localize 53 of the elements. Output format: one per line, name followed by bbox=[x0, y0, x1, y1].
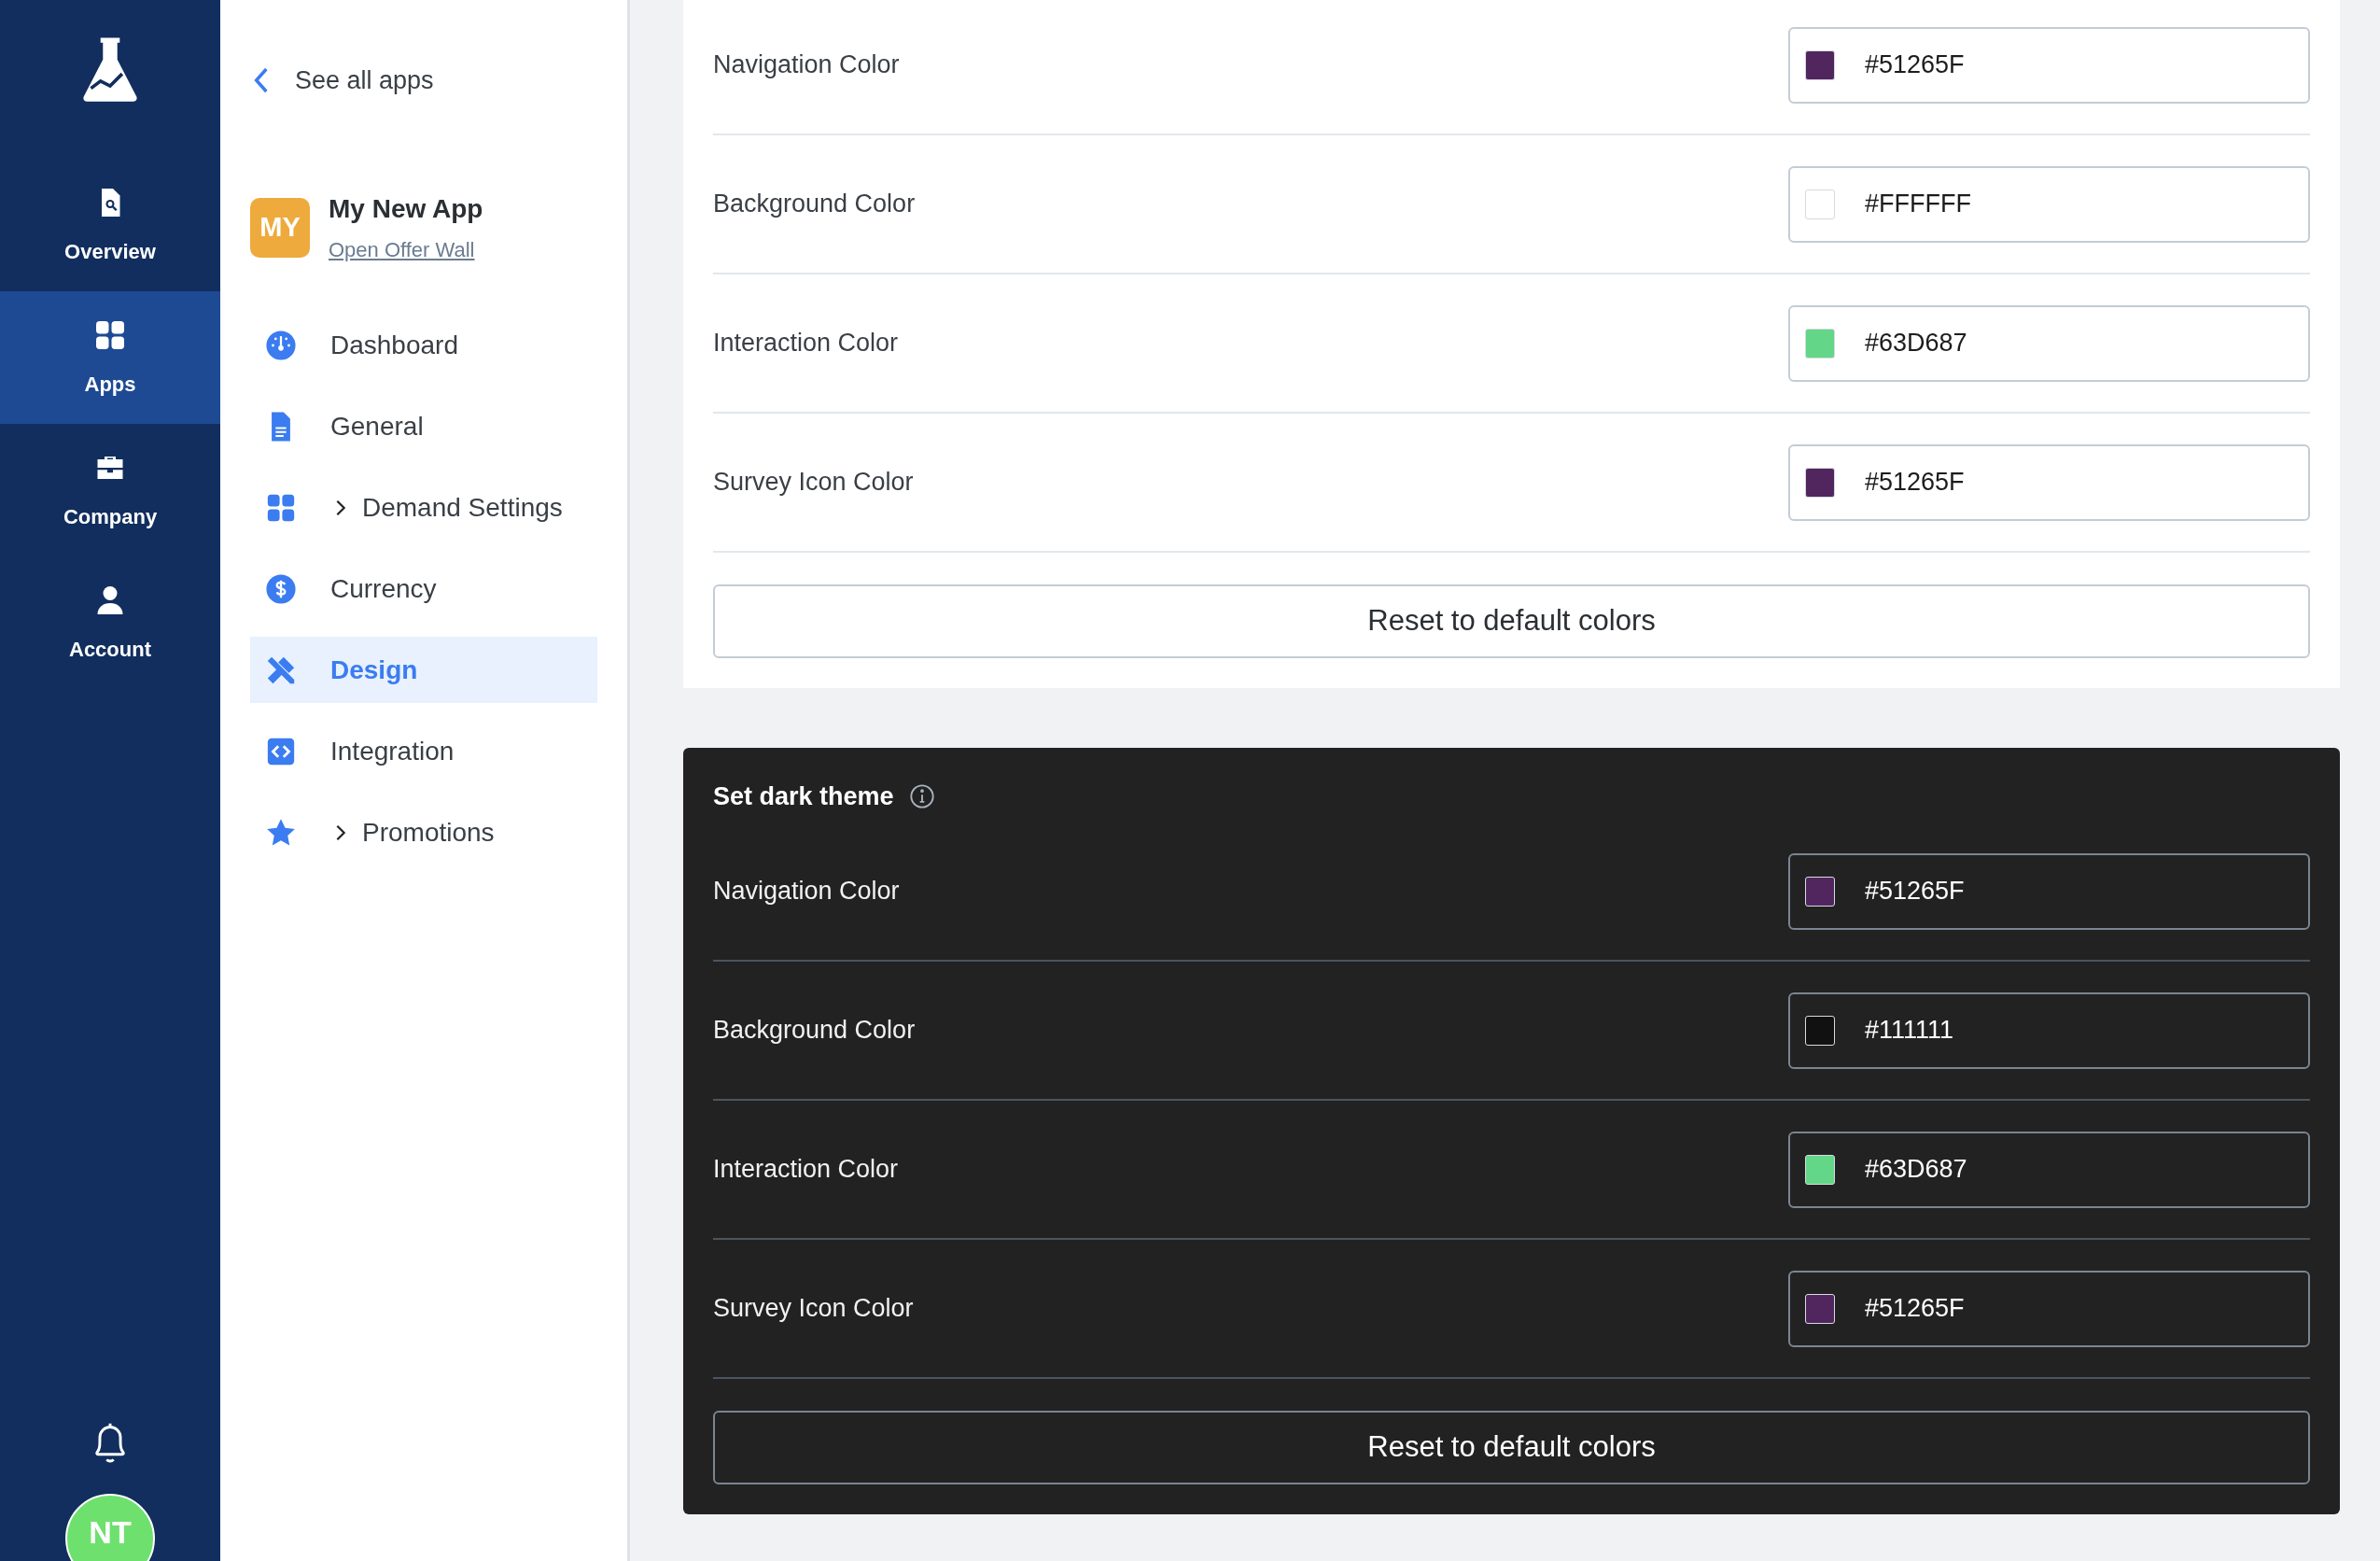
color-input-field[interactable]: #63D687 bbox=[1788, 1131, 2310, 1208]
sidebar-item[interactable]: Currency bbox=[250, 555, 597, 622]
color-input-field[interactable]: #51265F bbox=[1788, 1270, 2310, 1347]
offer-wall-link[interactable]: Open Offer Wall bbox=[329, 234, 483, 265]
back-link[interactable]: See all apps bbox=[250, 60, 597, 101]
color-input-field[interactable]: #FFFFFF bbox=[1788, 165, 2310, 243]
hex-value: #111111 bbox=[1865, 1015, 1954, 1047]
color-label: Survey Icon Color bbox=[713, 467, 914, 499]
color-input-field[interactable]: #51265F bbox=[1788, 852, 2310, 930]
gauge-icon bbox=[265, 329, 297, 361]
color-label: Survey Icon Color bbox=[713, 1293, 914, 1325]
color-label: Background Color bbox=[713, 189, 916, 220]
hex-value: #51265F bbox=[1865, 1293, 1965, 1325]
color-swatch[interactable] bbox=[1805, 876, 1835, 907]
sidebar-item[interactable]: Demand Settings bbox=[250, 474, 597, 541]
color-swatch[interactable] bbox=[1805, 467, 1835, 498]
color-swatch[interactable] bbox=[1805, 1015, 1835, 1046]
color-input-field[interactable]: #111111 bbox=[1788, 991, 2310, 1069]
color-label: Navigation Color bbox=[713, 49, 900, 81]
color-swatch[interactable] bbox=[1805, 1154, 1835, 1185]
sidebar-item[interactable]: Promotions bbox=[250, 799, 597, 865]
rail-item[interactable]: Company bbox=[0, 424, 220, 556]
rail-item[interactable]: Apps bbox=[0, 291, 220, 424]
dollar-icon bbox=[265, 572, 297, 605]
app-name: My New App bbox=[329, 193, 483, 225]
rail-item[interactable]: Account bbox=[0, 556, 220, 689]
hex-value: #63D687 bbox=[1865, 1154, 1967, 1186]
sidebar-item[interactable]: General bbox=[250, 393, 597, 459]
color-input-field[interactable]: #51265F bbox=[1788, 26, 2310, 104]
hex-value: #51265F bbox=[1865, 49, 1965, 81]
color-label: Background Color bbox=[713, 1015, 916, 1047]
color-swatch[interactable] bbox=[1805, 1293, 1835, 1324]
hex-value: #51265F bbox=[1865, 876, 1965, 907]
info-icon bbox=[908, 783, 935, 809]
flask-logo-icon[interactable] bbox=[81, 35, 139, 103]
rail-item[interactable]: Overview bbox=[0, 159, 220, 291]
color-input-field[interactable]: #51265F bbox=[1788, 443, 2310, 521]
hex-value: #51265F bbox=[1865, 467, 1965, 499]
section-title: Set dark theme bbox=[713, 780, 894, 812]
sidebar-item[interactable]: Integration bbox=[250, 718, 597, 784]
app-avatar: MY bbox=[250, 197, 310, 258]
hex-value: #63D687 bbox=[1865, 328, 1967, 359]
color-input-field[interactable]: #63D687 bbox=[1788, 304, 2310, 382]
color-label: Navigation Color bbox=[713, 876, 900, 907]
hex-value: #FFFFFF bbox=[1865, 189, 1971, 220]
color-label: Interaction Color bbox=[713, 1154, 899, 1186]
reset-button[interactable]: Reset to default colors bbox=[713, 1411, 2310, 1484]
reset-button[interactable]: Reset to default colors bbox=[713, 584, 2310, 658]
color-swatch[interactable] bbox=[1805, 328, 1835, 359]
color-swatch[interactable] bbox=[1805, 49, 1835, 80]
color-label: Interaction Color bbox=[713, 328, 899, 359]
color-swatch[interactable] bbox=[1805, 189, 1835, 219]
sidebar-item[interactable]: Dashboard bbox=[250, 312, 597, 378]
